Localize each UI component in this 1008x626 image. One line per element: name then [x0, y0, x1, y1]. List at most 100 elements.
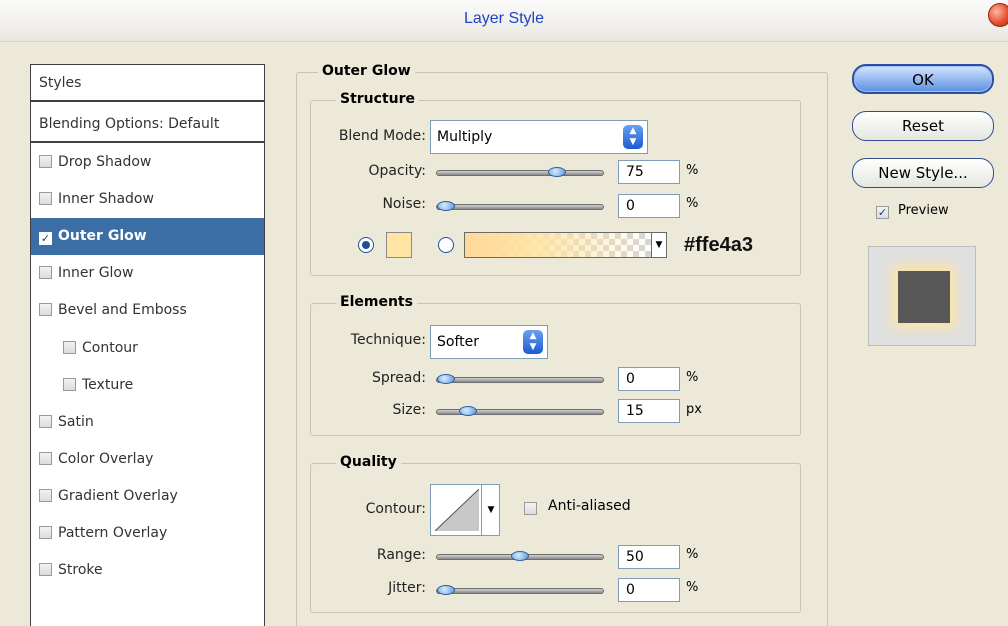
sidebar-item-label: Gradient Overlay: [58, 488, 178, 504]
jitter-input[interactable]: 0: [618, 578, 680, 602]
anti-aliased-checkbox[interactable]: [524, 502, 537, 515]
range-slider[interactable]: [436, 551, 604, 561]
range-unit: %: [686, 547, 699, 562]
checkbox-icon[interactable]: [39, 489, 52, 502]
sidebar-item-label: Satin: [58, 414, 94, 430]
preview-thumbnail: [868, 246, 976, 346]
sidebar-item-label: Texture: [82, 377, 134, 393]
preview-label: Preview: [898, 203, 949, 218]
opacity-input[interactable]: 75: [618, 160, 680, 184]
size-unit: px: [686, 402, 702, 417]
opacity-slider[interactable]: [436, 167, 604, 177]
noise-input[interactable]: 0: [618, 194, 680, 218]
sidebar-item-pattern-overlay[interactable]: Pattern Overlay: [31, 515, 264, 552]
sidebar-item-stroke[interactable]: Stroke: [31, 552, 264, 589]
opacity-slider-thumb[interactable]: [548, 167, 566, 177]
dropdown-arrow-icon[interactable]: ▼: [651, 232, 667, 258]
quality-title: Quality: [336, 454, 401, 470]
spread-input[interactable]: 0: [618, 367, 680, 391]
sidebar-item-color-overlay[interactable]: Color Overlay: [31, 441, 264, 478]
dropdown-arrow-icon[interactable]: ▲ ▼: [523, 330, 543, 354]
contour-curve-icon: [435, 489, 479, 531]
preview-square: [898, 271, 950, 323]
sidebar-item-bevel-and-emboss[interactable]: Bevel and Emboss: [31, 292, 264, 329]
solid-color-radio[interactable]: [358, 237, 374, 253]
checkbox-icon[interactable]: [39, 526, 52, 539]
range-slider-thumb[interactable]: [511, 551, 529, 561]
checkbox-icon[interactable]: [39, 192, 52, 205]
contour-label: Contour:: [365, 501, 426, 517]
color-hex-text: #ffe4a3: [684, 234, 753, 256]
jitter-unit: %: [686, 580, 699, 595]
checkbox-icon[interactable]: ✓: [39, 232, 52, 245]
sidebar-item-gradient-overlay[interactable]: Gradient Overlay: [31, 478, 264, 515]
gradient-picker[interactable]: [464, 232, 652, 258]
checkbox-icon[interactable]: [39, 266, 52, 279]
sidebar-item-drop-shadow[interactable]: Drop Shadow: [31, 144, 264, 181]
checkbox-icon[interactable]: [39, 452, 52, 465]
size-slider-thumb[interactable]: [459, 406, 478, 416]
technique-value: Softer: [437, 334, 479, 350]
sidebar-item-outer-glow[interactable]: ✓ Outer Glow: [31, 218, 264, 255]
dropdown-arrow-icon[interactable]: ▲ ▼: [623, 125, 643, 149]
window-title: Layer Style: [463, 10, 545, 27]
size-input[interactable]: 15: [618, 399, 680, 423]
opacity-unit: %: [686, 163, 699, 178]
structure-title: Structure: [336, 91, 420, 107]
preview-checkbox[interactable]: ✓: [876, 206, 889, 219]
dropdown-arrow-icon[interactable]: ▼: [481, 484, 500, 536]
elements-title: Elements: [336, 294, 417, 310]
sidebar-item-label: Color Overlay: [58, 451, 154, 467]
sidebar-item-label: Drop Shadow: [58, 154, 152, 170]
reset-button[interactable]: Reset: [852, 111, 994, 141]
jitter-label: Jitter:: [388, 580, 426, 596]
checkbox-icon[interactable]: [63, 341, 76, 354]
size-slider[interactable]: [436, 406, 604, 416]
checkbox-icon[interactable]: [39, 155, 52, 168]
jitter-slider-thumb[interactable]: [437, 585, 455, 595]
blending-options-item[interactable]: Blending Options: Default: [31, 106, 264, 143]
sidebar-item-satin[interactable]: Satin: [31, 404, 264, 441]
spread-unit: %: [686, 370, 699, 385]
outer-glow-title: Outer Glow: [318, 63, 415, 79]
sidebar-item-inner-glow[interactable]: Inner Glow: [31, 255, 264, 292]
blend-mode-select[interactable]: Multiply ▲ ▼: [430, 120, 648, 154]
close-icon[interactable]: [988, 3, 1008, 27]
new-style-button[interactable]: New Style...: [852, 158, 994, 188]
sidebar-item-label: Inner Glow: [58, 265, 134, 281]
ok-button[interactable]: OK: [852, 64, 994, 94]
range-label: Range:: [376, 547, 426, 563]
opacity-label: Opacity:: [368, 163, 426, 179]
sidebar-item-label: Pattern Overlay: [58, 525, 168, 541]
spread-label: Spread:: [371, 370, 426, 386]
spread-slider[interactable]: [436, 374, 604, 384]
noise-slider-thumb[interactable]: [437, 201, 455, 211]
spread-slider-thumb[interactable]: [437, 374, 455, 384]
styles-list: Styles Blending Options: Default Drop Sh…: [30, 64, 265, 626]
sidebar-item-texture[interactable]: Texture: [31, 367, 264, 404]
title-bar: Layer Style: [0, 0, 1008, 42]
noise-unit: %: [686, 196, 699, 211]
sidebar-item-inner-shadow[interactable]: Inner Shadow: [31, 181, 264, 218]
jitter-slider[interactable]: [436, 585, 604, 595]
checkbox-icon[interactable]: [63, 378, 76, 391]
range-input[interactable]: 50: [618, 545, 680, 569]
styles-header[interactable]: Styles: [31, 65, 264, 102]
sidebar-item-label: Outer Glow: [58, 228, 147, 244]
checkbox-icon[interactable]: [39, 415, 52, 428]
blend-mode-label: Blend Mode:: [338, 128, 426, 144]
noise-slider[interactable]: [436, 201, 604, 211]
checkbox-icon[interactable]: [39, 563, 52, 576]
blend-mode-value: Multiply: [437, 129, 493, 145]
gradient-radio[interactable]: [438, 237, 454, 253]
sidebar-item-label: Inner Shadow: [58, 191, 154, 207]
sidebar-item-label: Stroke: [58, 562, 103, 578]
sidebar-item-contour[interactable]: Contour: [31, 330, 264, 367]
checkbox-icon[interactable]: [39, 303, 52, 316]
noise-label: Noise:: [382, 196, 426, 212]
technique-label: Technique:: [350, 332, 426, 348]
size-label: Size:: [392, 402, 426, 418]
anti-aliased-label: Anti-aliased: [548, 498, 631, 514]
technique-select[interactable]: Softer ▲ ▼: [430, 325, 548, 359]
glow-color-swatch[interactable]: [386, 232, 412, 258]
